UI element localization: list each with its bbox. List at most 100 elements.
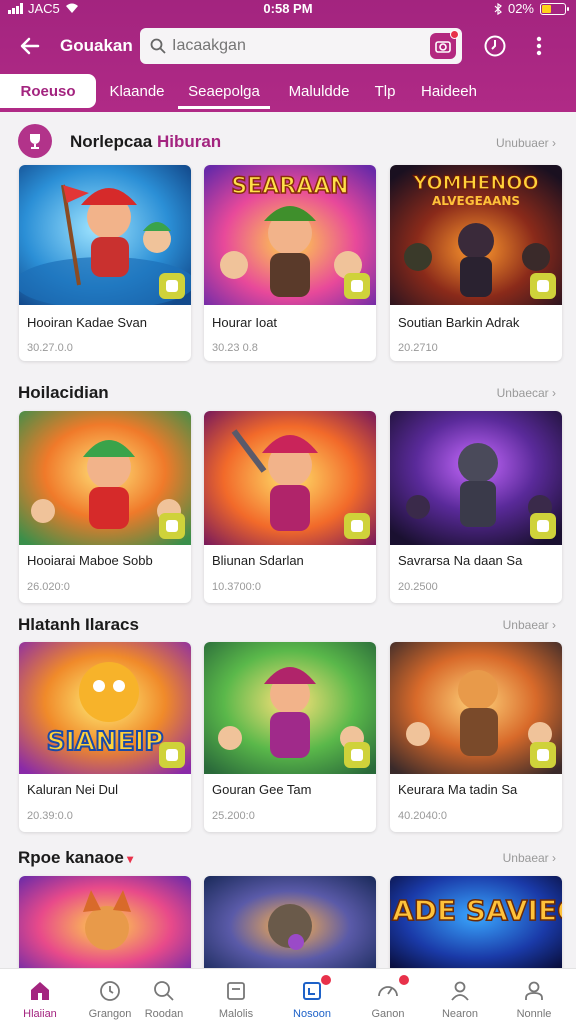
clock-icon bbox=[484, 35, 506, 57]
section-badge bbox=[18, 124, 52, 158]
history-button[interactable] bbox=[482, 33, 508, 59]
platform-chip bbox=[344, 273, 370, 299]
more-menu-button[interactable] bbox=[526, 33, 552, 59]
game-name: Hooiran Kadae Svan bbox=[27, 315, 147, 330]
game-card[interactable]: SHADE SAVIEGN bbox=[390, 876, 562, 976]
game-thumbnail bbox=[204, 411, 376, 545]
camera-search-button[interactable] bbox=[430, 30, 459, 59]
back-arrow-icon bbox=[20, 37, 40, 55]
game-card[interactable]: YOMHENOO ALVEGEAANS Soutian Barkin Adrak … bbox=[390, 165, 562, 361]
game-card[interactable]: Bliunan Sdarlan 10.3700:0 bbox=[204, 411, 376, 603]
game-card[interactable] bbox=[19, 876, 191, 976]
nav-item-nearon[interactable]: Nearon bbox=[424, 969, 496, 1024]
game-name: Hooiarai Maboe Sobb bbox=[27, 553, 153, 568]
game-name: Savrarsa Na daan Sa bbox=[398, 553, 523, 568]
search-bar[interactable] bbox=[140, 28, 462, 64]
game-card[interactable]: SEARAAN Hourar Ioat 30.23 0.8 bbox=[204, 165, 376, 361]
game-thumbnail bbox=[390, 411, 562, 545]
game-card[interactable]: Savrarsa Na daan Sa 20.2500 bbox=[390, 411, 562, 603]
game-name: Keurara Ma tadin Sa bbox=[398, 782, 518, 797]
platform-chip bbox=[159, 273, 185, 299]
nav-item-roodan[interactable]: Roodan bbox=[128, 969, 200, 1024]
section-title: Hoilacidian bbox=[18, 383, 109, 402]
home-icon bbox=[31, 982, 49, 1000]
tab-underline bbox=[178, 106, 270, 109]
game-thumbnail bbox=[19, 876, 191, 976]
window-icon bbox=[227, 982, 245, 1000]
game-thumbnail: YOMHENOO ALVEGEAANS bbox=[390, 165, 562, 305]
tab-roeuso[interactable]: Roeuso bbox=[0, 74, 96, 108]
nav-item-ganon[interactable]: Ganon bbox=[352, 969, 424, 1024]
nav-item-home[interactable]: Hlaiian bbox=[4, 969, 76, 1024]
game-name: Soutian Barkin Adrak bbox=[398, 315, 520, 330]
section-see-all[interactable]: Unubuaer › bbox=[496, 136, 556, 150]
trophy-icon bbox=[30, 134, 40, 149]
game-thumbnail bbox=[204, 642, 376, 774]
game-card[interactable]: Gouran Gee Tam 25.200:0 bbox=[204, 642, 376, 832]
tab-tlp[interactable]: Tlp bbox=[366, 74, 404, 108]
game-name: Hourar Ioat bbox=[212, 315, 278, 330]
section-title: Norlepcaa Hiburan bbox=[70, 132, 222, 151]
game-name: Bliunan Sdarlan bbox=[212, 553, 304, 568]
section-see-all[interactable]: Unbaear › bbox=[503, 618, 556, 632]
game-card[interactable]: Keurara Ma tadin Sa 40.2040:0 bbox=[390, 642, 562, 832]
game-meta: 20.2710 bbox=[398, 342, 438, 354]
back-button[interactable] bbox=[16, 32, 44, 60]
status-bar: JAC5 0:58 PM 02% bbox=[0, 0, 576, 18]
game-card[interactable]: Hooiran Kadae Svan 30.27.0.0 bbox=[19, 165, 191, 361]
battery-icon bbox=[540, 2, 569, 15]
svg-text:SIANEIP: SIANEIP bbox=[47, 727, 164, 757]
tab-maluldde[interactable]: Maluldde bbox=[278, 74, 360, 108]
game-card[interactable] bbox=[204, 876, 376, 976]
tab-seaepolga[interactable]: Seaepolga bbox=[178, 74, 270, 108]
game-card[interactable]: SIANEIP Kaluran Nei Dul 20.39:0.0 bbox=[19, 642, 191, 832]
search-input[interactable] bbox=[172, 37, 422, 55]
clock-icon bbox=[100, 981, 120, 1001]
tab-klaande[interactable]: Klaande bbox=[100, 74, 174, 108]
svg-text:ALVEGEAANS: ALVEGEAANS bbox=[432, 194, 520, 208]
game-thumbnail bbox=[390, 642, 562, 774]
app-header: JAC5 0:58 PM 02% Gouakan Roeuso Klaande … bbox=[0, 0, 576, 112]
user-icon bbox=[525, 981, 543, 1000]
platform-chip bbox=[530, 742, 556, 768]
search-icon bbox=[150, 38, 166, 54]
game-thumbnail bbox=[19, 411, 191, 545]
notification-badge bbox=[398, 974, 410, 986]
svg-text:SEARAAN: SEARAAN bbox=[231, 174, 348, 199]
game-thumbnail bbox=[19, 165, 191, 305]
person-icon bbox=[451, 981, 469, 1001]
game-thumbnail: SIANEIP bbox=[19, 642, 191, 774]
section-see-all[interactable]: Unbaecar › bbox=[497, 386, 556, 400]
game-meta: 26.020:0 bbox=[27, 581, 70, 593]
notification-dot bbox=[450, 30, 459, 39]
section-title: Rpoe kanaoe ▾ bbox=[18, 848, 134, 867]
tab-haideeh[interactable]: Haideeh bbox=[410, 74, 488, 108]
game-meta: 10.3700:0 bbox=[212, 581, 261, 593]
svg-text:YOMHENOO: YOMHENOO bbox=[412, 172, 538, 194]
status-time: 0:58 PM bbox=[263, 1, 313, 16]
game-meta: 25.200:0 bbox=[212, 810, 255, 822]
game-meta: 20.39:0.0 bbox=[27, 810, 73, 822]
game-meta: 30.27.0.0 bbox=[27, 342, 73, 354]
platform-chip bbox=[530, 273, 556, 299]
section-see-all[interactable]: Unbaear › bbox=[503, 851, 556, 865]
bottom-navigation: Hlaiian Grangon Roodan Malolis Nosoon Ga… bbox=[0, 968, 576, 1024]
game-meta: 20.2500 bbox=[398, 581, 438, 593]
game-meta: 40.2040:0 bbox=[398, 810, 447, 822]
platform-chip bbox=[530, 513, 556, 539]
section-title: Hlatanh Ilaracs bbox=[18, 615, 139, 634]
game-card[interactable]: Hooiarai Maboe Sobb 26.020:0 bbox=[19, 411, 191, 603]
category-tabs: Roeuso Klaande Seaepolga Maluldde Tlp Ha… bbox=[0, 74, 576, 110]
search-icon bbox=[154, 981, 174, 1001]
platform-chip bbox=[344, 513, 370, 539]
nav-item-nosoon[interactable]: Nosoon bbox=[276, 969, 348, 1024]
bluetooth-icon bbox=[494, 2, 502, 15]
nav-item-nonnle[interactable]: Nonnle bbox=[498, 969, 570, 1024]
game-thumbnail bbox=[204, 876, 376, 976]
game-meta: 30.23 0.8 bbox=[212, 342, 258, 354]
nav-item-malolis[interactable]: Malolis bbox=[200, 969, 272, 1024]
game-name: Kaluran Nei Dul bbox=[27, 782, 119, 797]
platform-chip bbox=[159, 742, 185, 768]
app-title: Gouakan bbox=[60, 36, 133, 55]
game-name: Gouran Gee Tam bbox=[212, 782, 312, 797]
